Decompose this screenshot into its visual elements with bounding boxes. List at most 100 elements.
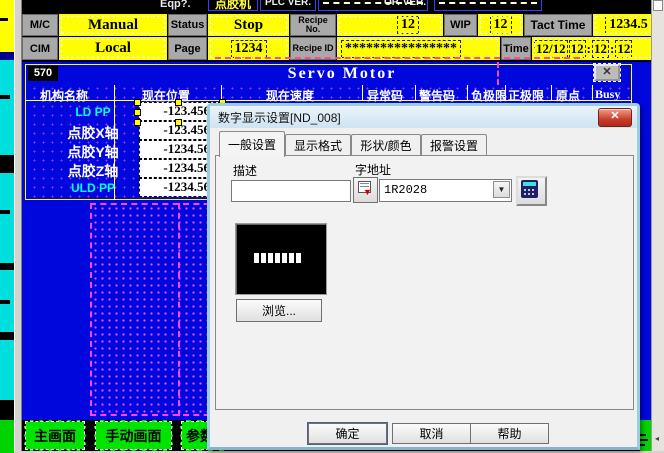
wip-label: WIP bbox=[444, 14, 477, 36]
strip-mark bbox=[0, 18, 8, 21]
nd008-settings-dialog: 数字显示设置[ND_008] ✕ 一般设置 显示格式 形状/颜色 报警设置 描述… bbox=[207, 103, 640, 450]
tab-display-format[interactable]: 显示格式 bbox=[285, 134, 351, 156]
column-separator-line bbox=[592, 85, 593, 100]
col-header-warning: 警告码 bbox=[419, 87, 455, 104]
strip-mark bbox=[0, 95, 10, 99]
wip-value: 12 bbox=[490, 16, 512, 34]
strip-black-block bbox=[0, 400, 14, 420]
page-value: 1234 bbox=[231, 40, 267, 58]
scrollbar-thumb[interactable] bbox=[653, 0, 663, 11]
tact-time-label: Tact Time bbox=[524, 14, 592, 36]
word-address-combo[interactable]: 1R2028 ▼ bbox=[379, 179, 512, 202]
nav-button-sliver bbox=[640, 420, 651, 451]
status-label: Status bbox=[168, 14, 207, 36]
strip-cyan-block bbox=[0, 340, 14, 400]
wip-display[interactable]: 12 bbox=[478, 14, 523, 36]
row-name: ULD PP bbox=[50, 181, 136, 195]
dropdown-arrow-icon[interactable]: ▼ bbox=[493, 181, 510, 198]
tact-time-value: 1234.5 bbox=[605, 16, 652, 34]
top-status-strip: Eqp?. 点胶机 PLC VER. OP. VER. bbox=[22, 0, 651, 13]
column-separator-line bbox=[551, 85, 552, 100]
column-separator-line bbox=[415, 85, 416, 100]
strip-navy-line bbox=[0, 52, 14, 60]
column-separator-line bbox=[362, 85, 363, 100]
time-seconds: 12 bbox=[615, 40, 632, 58]
col-header-error: 异常码 bbox=[367, 87, 403, 104]
strip-black-block bbox=[0, 155, 14, 173]
strip-mark bbox=[0, 300, 10, 304]
plc-ver-label: PLC VER. bbox=[260, 0, 316, 11]
status-display[interactable]: Stop bbox=[208, 14, 289, 36]
dialog-titlebar[interactable]: 数字显示设置[ND_008] bbox=[210, 106, 637, 128]
time-hours: 12 bbox=[569, 40, 586, 58]
strip-black-line bbox=[0, 263, 14, 270]
editor-window-left-frame bbox=[14, 0, 22, 453]
col-header-speed: 现在速度 bbox=[266, 87, 314, 104]
col-header-neg-limit: 负极限 bbox=[471, 87, 507, 104]
word-address-value: 1R2028 bbox=[384, 183, 427, 197]
time-date: 12/12 bbox=[534, 40, 568, 58]
preview-digits bbox=[254, 253, 302, 263]
header-separator-line bbox=[26, 100, 631, 101]
mc-mode-display[interactable]: Manual bbox=[59, 14, 167, 36]
column-separator-line bbox=[505, 85, 506, 100]
time-minutes: 12 bbox=[592, 40, 609, 58]
strip-cyan-block bbox=[0, 173, 14, 263]
help-button[interactable]: 帮助 bbox=[470, 423, 549, 444]
recipe-no-label: Recipe No. bbox=[290, 14, 336, 36]
tab-shape-color[interactable]: 形状/颜色 bbox=[351, 134, 421, 156]
row-name: 点胶X轴 bbox=[50, 123, 136, 143]
screenshot-root: Eqp?. 点胶机 PLC VER. OP. VER. M/C Manual S… bbox=[0, 0, 664, 453]
selected-region[interactable] bbox=[90, 203, 220, 416]
strip-black-line bbox=[0, 332, 14, 340]
op-ver-dashes bbox=[439, 2, 537, 4]
guide-line-vertical bbox=[497, 62, 499, 85]
row-name: 点胶Z轴 bbox=[50, 161, 136, 181]
col-header-pos-limit: 正极限 bbox=[508, 87, 544, 104]
strip-green-block bbox=[0, 420, 14, 453]
guide-line-horizontal bbox=[215, 57, 580, 59]
strip-mark bbox=[0, 210, 10, 214]
recipe-id-value: **************** bbox=[341, 40, 461, 58]
recipe-no-value: 12 bbox=[397, 16, 419, 34]
machine-name: 点胶机 bbox=[208, 0, 258, 11]
selected-region-divider bbox=[178, 203, 180, 416]
dialog-close-button[interactable]: ✕ bbox=[598, 108, 632, 127]
column-separator-line bbox=[221, 85, 222, 100]
description-label: 描述 bbox=[233, 162, 257, 179]
scrollbar-arrow-icon[interactable]: ◂ bbox=[655, 434, 659, 443]
scrollbar-strip[interactable]: ◂ bbox=[651, 0, 664, 453]
word-address-label: 字地址 bbox=[355, 161, 391, 178]
tab-page-general: 描述 字地址 ▼ 1R2028 ▼ bbox=[215, 155, 634, 410]
browse-button[interactable]: 浏览... bbox=[236, 299, 322, 322]
tab-general[interactable]: 一般设置 bbox=[219, 131, 285, 157]
mc-label: M/C bbox=[22, 14, 58, 36]
op-ver-field bbox=[434, 0, 542, 11]
dialog-title: 数字显示设置[ND_008] bbox=[218, 109, 341, 126]
keypad-icon bbox=[521, 180, 538, 198]
tab-alarm[interactable]: 报警设置 bbox=[421, 134, 487, 156]
keypad-button[interactable] bbox=[516, 176, 547, 206]
red-arrow-icon: ▼ bbox=[363, 187, 372, 197]
eqp-label: Eqp?. bbox=[160, 0, 191, 10]
row-name: LD PP bbox=[50, 105, 136, 119]
page-label: Page bbox=[168, 37, 207, 60]
recipe-no-display[interactable]: 12 bbox=[337, 14, 443, 36]
description-input[interactable] bbox=[231, 180, 351, 202]
nav-manual-screen-button[interactable]: 手动画面 bbox=[94, 420, 173, 451]
screen-title: Servo Motor bbox=[277, 65, 407, 83]
col-header-origin: 原点 bbox=[556, 87, 580, 104]
object-preview bbox=[235, 223, 327, 295]
strip-cyan-block bbox=[0, 60, 14, 155]
nav-main-screen-button[interactable]: 主画面 bbox=[24, 420, 86, 451]
address-picker-button[interactable]: ▼ bbox=[353, 177, 378, 203]
cim-label: CIM bbox=[22, 37, 58, 60]
strip-yellow-block bbox=[0, 0, 14, 52]
cancel-button[interactable]: 取消 bbox=[392, 423, 471, 444]
col-header-name: 机构名称 bbox=[40, 87, 88, 104]
column-separator-line bbox=[467, 85, 468, 100]
row-name: 点胶Y轴 bbox=[50, 142, 136, 162]
ok-button[interactable]: 确定 bbox=[308, 423, 387, 444]
cim-mode-display[interactable]: Local bbox=[59, 37, 167, 60]
screen-close-button[interactable]: ✕ bbox=[594, 64, 620, 81]
